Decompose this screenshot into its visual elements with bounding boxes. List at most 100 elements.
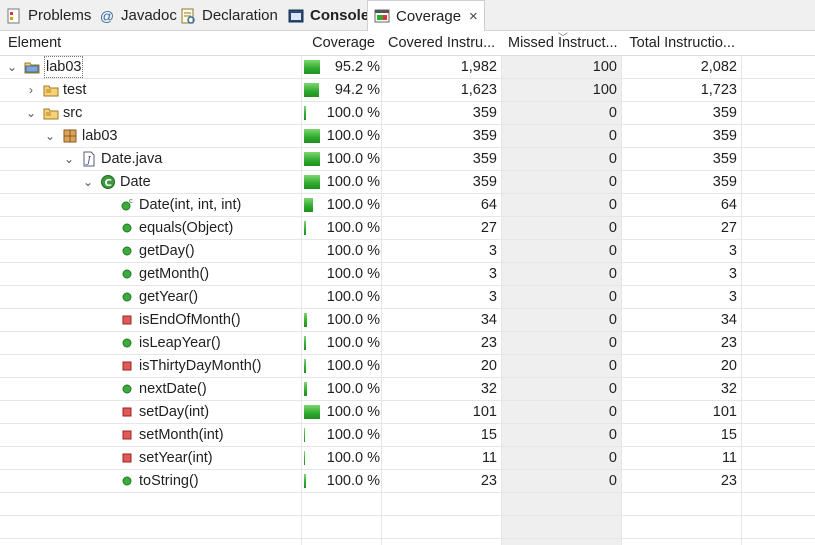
covered-instructions: 23: [480, 473, 497, 489]
tab-console[interactable]: Console: [288, 0, 369, 31]
missed-instructions: 0: [608, 220, 617, 236]
table-row[interactable]: c Date(int, int, int) 100.0 % 64 0 64: [0, 194, 815, 217]
column-header-total[interactable]: Total Instructio...: [622, 31, 741, 55]
coverage-bar: [304, 129, 320, 143]
element-label: getDay(): [139, 243, 195, 259]
total-instructions: 15: [720, 427, 737, 443]
coverage-bar: [304, 405, 320, 419]
missed-instructions: 0: [608, 404, 617, 420]
missed-instructions: 0: [608, 335, 617, 351]
table-row[interactable]: nextDate() 100.0 % 32 0 32: [0, 378, 815, 401]
element-cell: getMonth(): [101, 263, 209, 285]
element-cell: setDay(int): [101, 401, 209, 423]
table-row[interactable]: setYear(int) 100.0 % 11 0 11: [0, 447, 815, 470]
covered-instructions: 20: [480, 358, 497, 374]
missed-instructions: 0: [608, 128, 617, 144]
total-instructions: 23: [720, 473, 737, 489]
covered-instructions: 359: [472, 151, 497, 167]
table-row[interactable]: ⌄ lab03 100.0 % 359 0 359: [0, 125, 815, 148]
expanded-chevron-icon[interactable]: ⌄: [44, 125, 56, 147]
table-row[interactable]: isThirtyDayMonth() 100.0 % 20 0 20: [0, 355, 815, 378]
tab-label: Javadoc: [121, 7, 177, 24]
coverage-bar-covered: [304, 152, 320, 166]
coverage-bar-covered: [304, 175, 320, 189]
total-instructions: 20: [720, 358, 737, 374]
covered-instructions: 32: [480, 381, 497, 397]
coverage-percent: 100.0 %: [326, 174, 380, 190]
table-row[interactable]: equals(Object) 100.0 % 27 0 27: [0, 217, 815, 240]
class-icon: C: [100, 174, 116, 190]
missed-instructions: 0: [608, 473, 617, 489]
coverage-percent: 100.0 %: [326, 335, 380, 351]
element-cell: getDay(): [101, 240, 195, 262]
table-row[interactable]: › test 94.2 % 1,623 100 1,723: [0, 79, 815, 102]
tab-problems[interactable]: Problems: [6, 0, 91, 31]
table-row[interactable]: setMonth(int) 100.0 % 15 0 15: [0, 424, 815, 447]
coverage-bar-covered: [304, 428, 305, 442]
missed-instructions: 0: [608, 243, 617, 259]
element-label: Date: [120, 174, 151, 190]
element-label: equals(Object): [139, 220, 234, 236]
total-instructions: 359: [712, 105, 737, 121]
table-row[interactable]: ⌄ C Date 100.0 % 359 0 359: [0, 171, 815, 194]
element-cell: isLeapYear(): [101, 332, 221, 354]
coverage-percent: 100.0 %: [326, 381, 380, 397]
covered-instructions: 359: [472, 174, 497, 190]
close-icon[interactable]: ×: [469, 8, 478, 25]
expanded-chevron-icon[interactable]: ⌄: [25, 102, 37, 124]
covered-instructions: 359: [472, 105, 497, 121]
private-method-icon: [119, 404, 135, 420]
missed-instructions: 0: [608, 427, 617, 443]
empty-row: [0, 493, 815, 516]
expanded-chevron-icon[interactable]: ⌄: [6, 56, 18, 78]
table-row[interactable]: getYear() 100.0 % 3 0 3: [0, 286, 815, 309]
source-folder-icon: [43, 82, 59, 98]
missed-instructions: 0: [608, 358, 617, 374]
element-cell: setYear(int): [101, 447, 213, 469]
covered-instructions: 359: [472, 128, 497, 144]
coverage-percent: 100.0 %: [326, 427, 380, 443]
column-header-coverage[interactable]: Coverage: [302, 31, 381, 55]
public-method-icon: [119, 381, 135, 397]
column-header-element[interactable]: Element: [2, 31, 300, 55]
total-instructions: 3: [728, 243, 737, 259]
expanded-chevron-icon[interactable]: ⌄: [82, 171, 94, 193]
total-instructions: 23: [720, 335, 737, 351]
declaration-icon: [180, 8, 196, 24]
covered-instructions: 34: [480, 312, 497, 328]
column-header-covered[interactable]: Covered Instru...: [382, 31, 501, 55]
table-row[interactable]: getMonth() 100.0 % 3 0 3: [0, 263, 815, 286]
coverage-bar-covered: [304, 405, 320, 419]
table-row[interactable]: isEndOfMonth() 100.0 % 34 0 34: [0, 309, 815, 332]
javadoc-icon: @: [99, 7, 115, 24]
covered-instructions: 101: [472, 404, 497, 420]
tab-coverage[interactable]: Coverage ×: [367, 0, 485, 31]
covered-instructions: 11: [481, 450, 497, 466]
coverage-percent: 100.0 %: [326, 220, 380, 236]
table-row[interactable]: ⌄ J Date.java 100.0 % 359 0 359: [0, 148, 815, 171]
element-label: test: [63, 82, 87, 98]
table-row[interactable]: setDay(int) 100.0 % 101 0 101: [0, 401, 815, 424]
table-row[interactable]: ⌄ lab03 95.2 % 1,982 100 2,082: [0, 56, 815, 79]
public-method-icon: [119, 220, 135, 236]
element-label: isThirtyDayMonth(): [139, 358, 262, 374]
table-row[interactable]: toString() 100.0 % 23 0 23: [0, 470, 815, 493]
table-row[interactable]: ⌄ src 100.0 % 359 0 359: [0, 102, 815, 125]
coverage-bar: [304, 336, 320, 350]
coverage-bar-covered: [304, 198, 313, 212]
coverage-icon: [374, 8, 390, 24]
element-cell: c Date(int, int, int): [101, 194, 241, 216]
svg-text:c: c: [129, 197, 133, 205]
missed-instructions: 0: [608, 266, 617, 282]
table-row[interactable]: isLeapYear() 100.0 % 23 0 23: [0, 332, 815, 355]
element-cell: ⌄ src: [25, 102, 82, 124]
public-method-icon: [119, 266, 135, 282]
element-label: setDay(int): [139, 404, 210, 420]
tab-declaration[interactable]: Declaration: [180, 0, 278, 31]
table-row[interactable]: getDay() 100.0 % 3 0 3: [0, 240, 815, 263]
collapsed-chevron-icon[interactable]: ›: [25, 79, 37, 101]
coverage-percent: 100.0 %: [326, 450, 380, 466]
expanded-chevron-icon[interactable]: ⌄: [63, 148, 75, 170]
view-tab-bar: Problems @ Javadoc Declaration Console Co…: [0, 0, 815, 31]
tab-javadoc[interactable]: @ Javadoc: [99, 0, 177, 31]
